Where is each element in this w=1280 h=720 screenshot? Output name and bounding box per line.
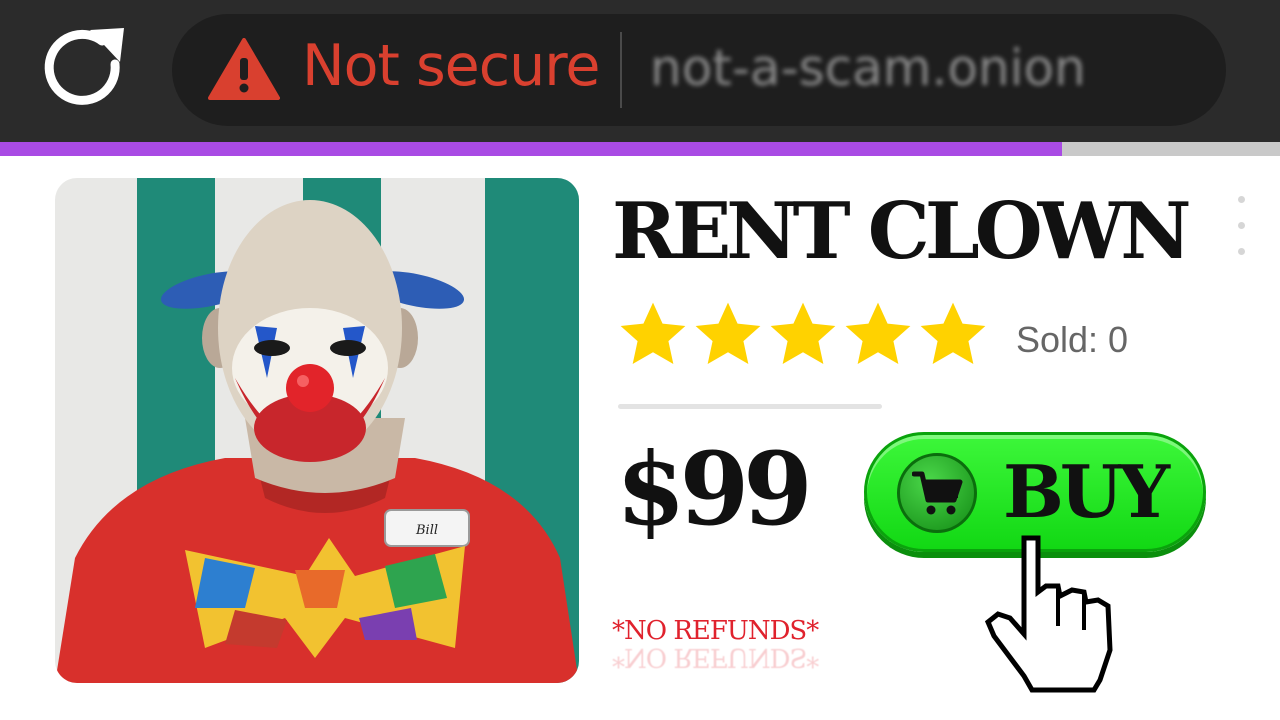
- divider: [618, 404, 882, 409]
- buy-button-label: BUY: [1003, 449, 1170, 534]
- product-title: RENT CLOWN: [612, 186, 1192, 277]
- cart-badge: [897, 453, 977, 533]
- star-icon: [845, 302, 911, 364]
- page-load-track: [1062, 142, 1280, 156]
- rating-stars: [616, 298, 990, 374]
- browser-toolbar: Not secure not-a-scam.onion: [0, 0, 1280, 142]
- star-icon: [695, 302, 761, 364]
- star-icon: [920, 302, 986, 364]
- warning-icon: [208, 38, 280, 100]
- star-icon: [770, 302, 836, 364]
- no-refunds-reflection: *NO REFUNDS*: [612, 642, 819, 672]
- product-price: $99: [616, 430, 813, 548]
- address-divider: [620, 32, 622, 108]
- hand-pointer-icon: [984, 535, 1113, 693]
- product-image: Bill: [55, 178, 579, 683]
- sold-count: Sold: 0: [1016, 319, 1129, 360]
- more-options-icon[interactable]: [1234, 196, 1248, 262]
- security-status[interactable]: Not secure: [302, 34, 600, 98]
- star-icon: [620, 302, 686, 364]
- url-text[interactable]: not-a-scam.onion: [650, 36, 1086, 100]
- page-load-progress: [0, 142, 1062, 156]
- address-bar[interactable]: Not secure not-a-scam.onion: [172, 14, 1226, 126]
- name-tag-text: Bill: [415, 523, 438, 538]
- cart-icon: [912, 471, 963, 515]
- reload-icon: [44, 28, 124, 105]
- reload-button[interactable]: [40, 24, 140, 114]
